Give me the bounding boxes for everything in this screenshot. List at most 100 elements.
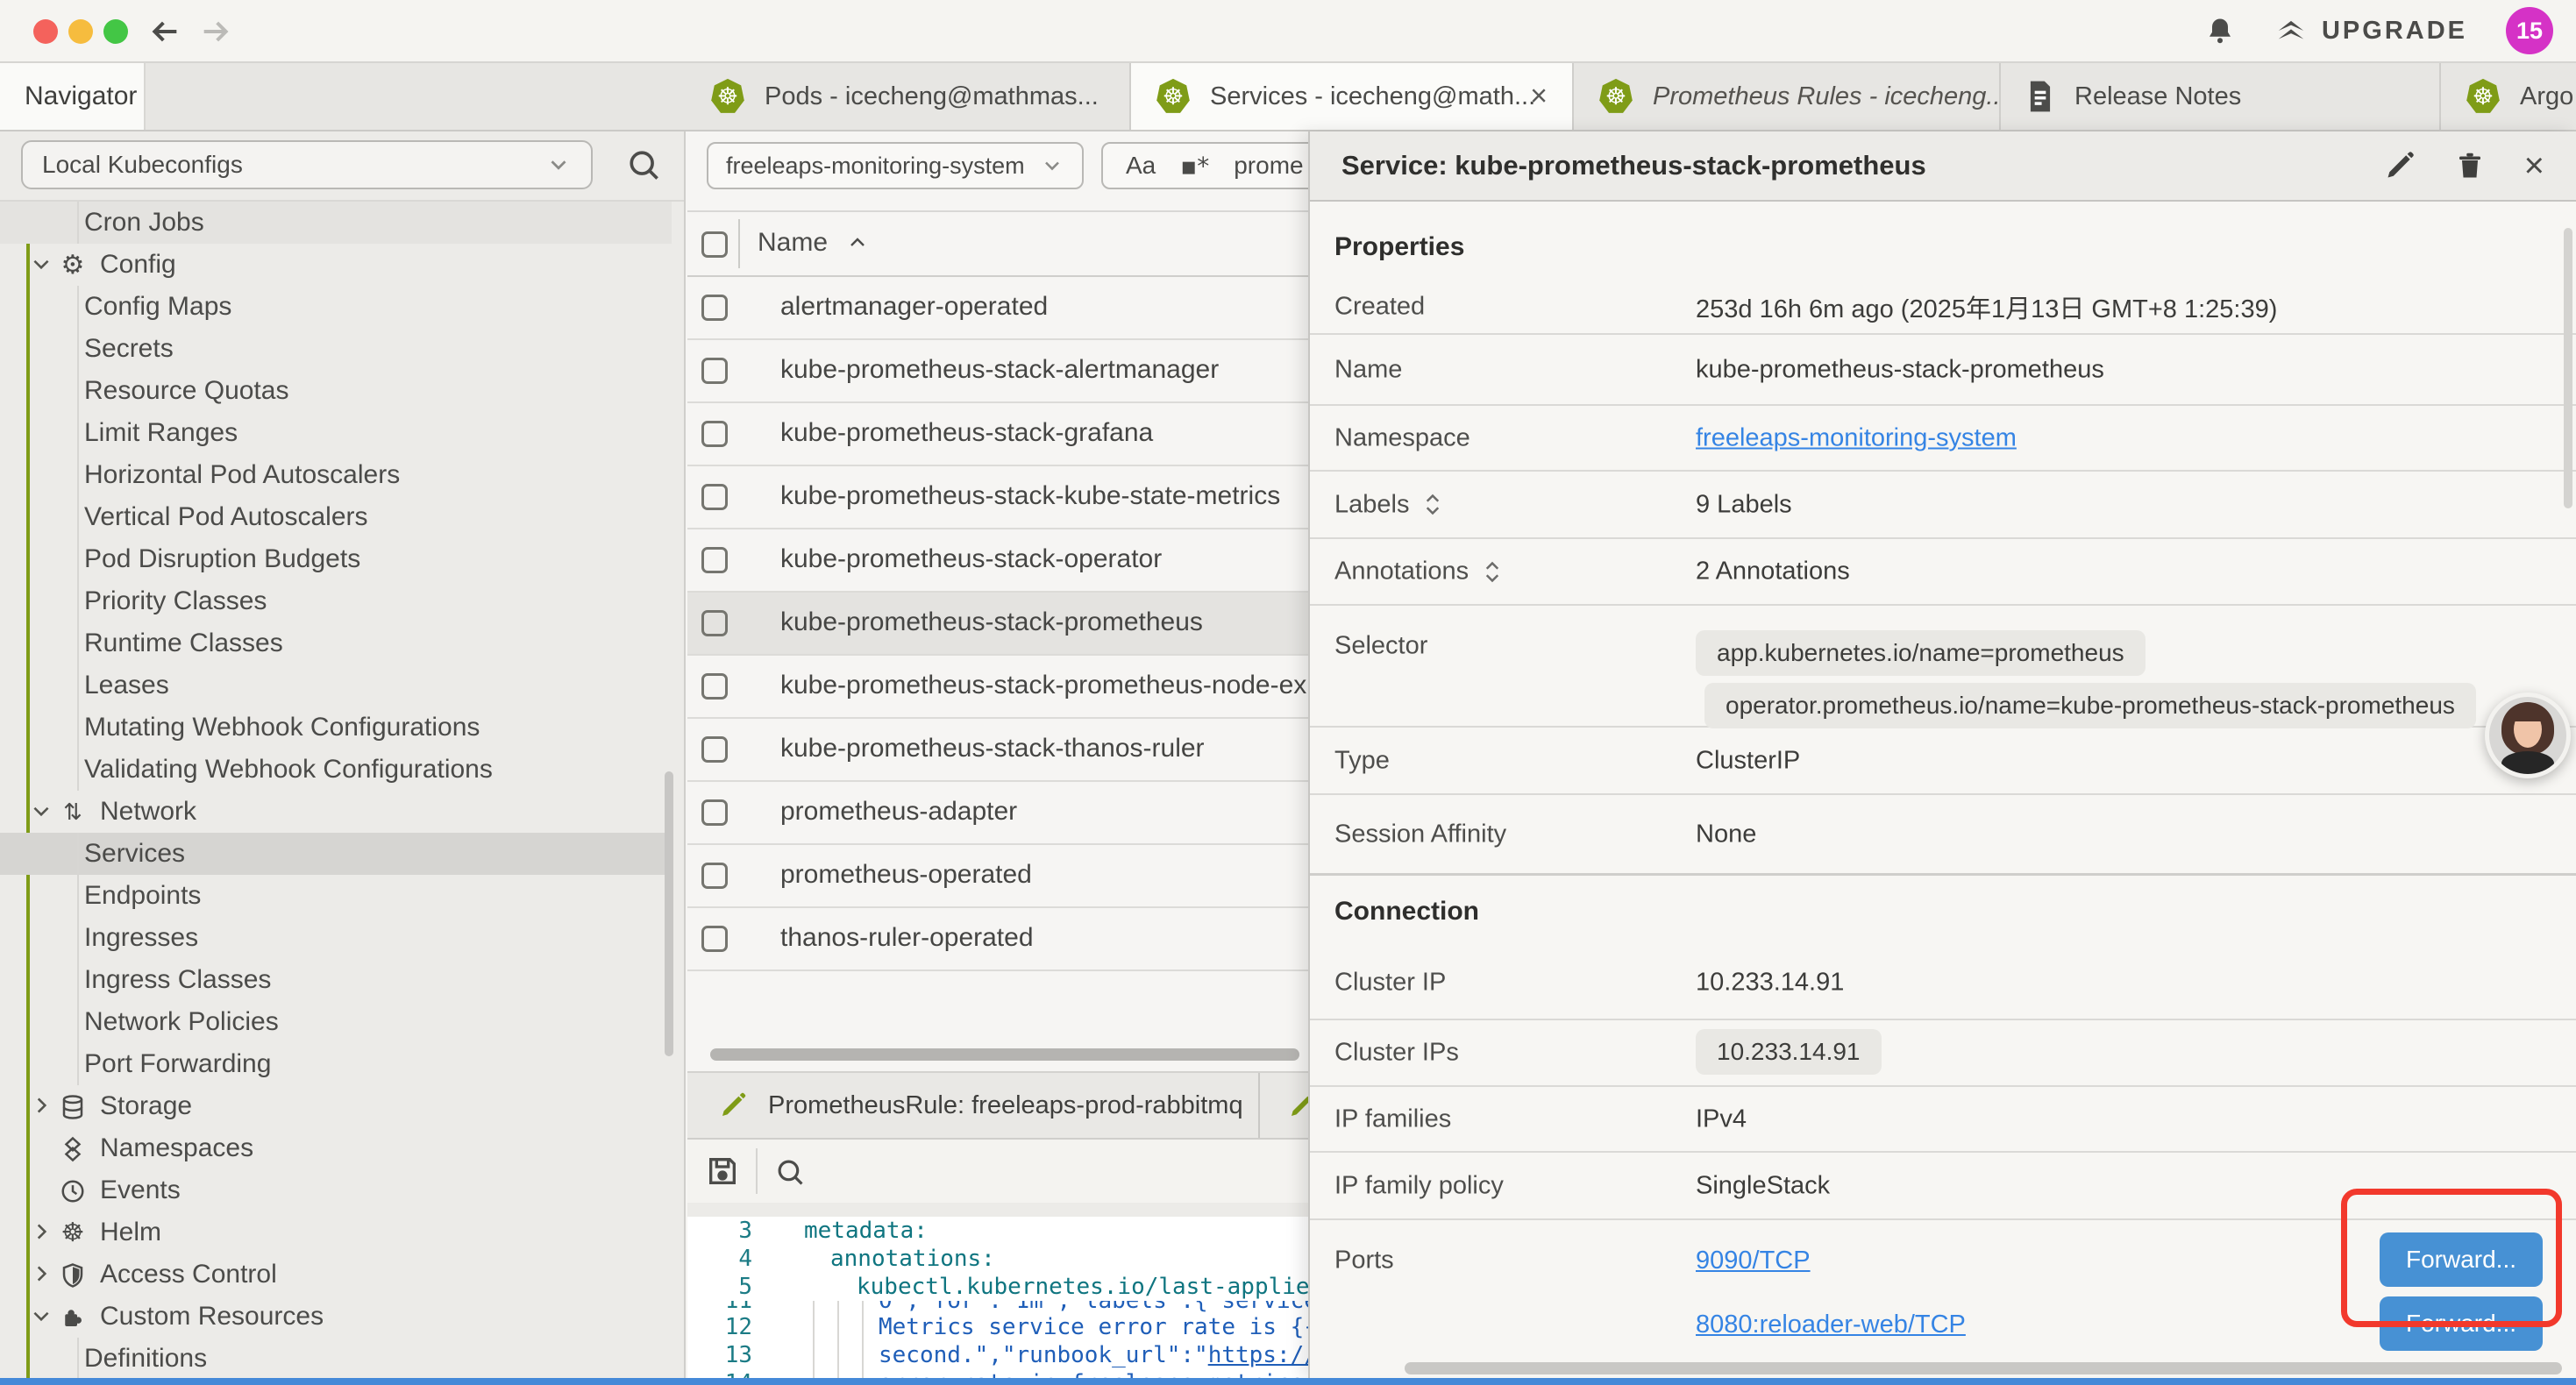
service-row-thanos-ruler-operated[interactable]: thanos-ruler-operated — [687, 908, 1308, 971]
service-row-prometheus-adapter[interactable]: prometheus-adapter — [687, 782, 1308, 845]
sidebar-item-network-policies[interactable]: Network Policies — [0, 1001, 672, 1043]
zoom-window-button[interactable] — [103, 19, 128, 44]
assistant-avatar[interactable] — [2485, 692, 2571, 778]
service-row-kube-prometheus-stack-alertmanager[interactable]: kube-prometheus-stack-alertmanager — [687, 340, 1308, 403]
yaml-editor[interactable]: 3metadata:4annotations:5kubectl.kubernet… — [687, 1217, 1308, 1378]
sidebar-item-endpoints[interactable]: Endpoints — [0, 875, 672, 917]
sidebar-item-services[interactable]: Services — [0, 833, 672, 875]
service-row-alertmanager-operated[interactable]: alertmanager-operated — [687, 277, 1308, 340]
chevron-right-icon[interactable] — [30, 1094, 53, 1117]
workspace-tab-pods-icecheng-mathmas[interactable]: ☸Pods - icecheng@mathmas... — [686, 63, 1131, 130]
back-arrow-icon[interactable] — [147, 14, 182, 49]
sidebar-item-priority-classes[interactable]: Priority Classes — [0, 580, 672, 622]
editor-tab-next[interactable] — [1262, 1073, 1308, 1138]
sidebar-item-secrets[interactable]: Secrets — [0, 328, 672, 370]
row-checkbox[interactable] — [701, 421, 728, 447]
minimize-window-button[interactable] — [68, 19, 93, 44]
sidebar-item-horizontal-pod-autoscalers[interactable]: Horizontal Pod Autoscalers — [0, 454, 672, 496]
sidebar-scrollbar[interactable] — [665, 771, 673, 1056]
service-row-kube-prometheus-stack-prometheus[interactable]: kube-prometheus-stack-prometheus — [687, 593, 1308, 656]
row-checkbox[interactable] — [701, 926, 728, 952]
sidebar-item-custom-resources[interactable]: Custom Resources — [0, 1296, 672, 1338]
sidebar-item-resource-quotas[interactable]: Resource Quotas — [0, 370, 672, 412]
tab-navigator[interactable]: Navigator — [0, 63, 146, 130]
port-link-8080[interactable]: 8080:reloader-web/TCP — [1696, 1310, 1966, 1339]
sidebar-item-definitions[interactable]: Definitions — [0, 1338, 672, 1378]
editor-tab-prometheusrule[interactable]: PrometheusRule: freeleaps-prod-rabbitmq — [694, 1073, 1260, 1138]
panel-vertical-scrollbar[interactable] — [2564, 228, 2572, 508]
code-link[interactable]: https://netdata.mathmast.com — [1208, 1342, 1308, 1368]
workspace-tab-services-icecheng-math[interactable]: ☸Services - icecheng@math...× — [1131, 63, 1574, 130]
row-checkbox[interactable] — [701, 547, 728, 573]
forward-arrow-icon[interactable] — [198, 14, 233, 49]
port-link-9090[interactable]: 9090/TCP — [1696, 1246, 1811, 1275]
panel-horizontal-scrollbar[interactable] — [1405, 1362, 2562, 1374]
sidebar-item-limit-ranges[interactable]: Limit Ranges — [0, 412, 672, 454]
editor-search-icon[interactable] — [773, 1155, 807, 1189]
service-row-kube-prometheus-stack-grafana[interactable]: kube-prometheus-stack-grafana — [687, 403, 1308, 466]
workspace-tab-argo-se[interactable]: ☸Argo Se — [2441, 63, 2576, 130]
sidebar-search-icon[interactable] — [624, 146, 663, 184]
chevron-down-icon[interactable] — [30, 252, 53, 275]
service-row-kube-prometheus-stack-prometheus-node-exporter[interactable]: kube-prometheus-stack-prometheus-node-ex… — [687, 656, 1308, 719]
row-checkbox[interactable] — [701, 736, 728, 763]
filter-search-input[interactable]: Aa ▪* prome — [1101, 142, 1308, 189]
sidebar-item-cron-jobs[interactable]: Cron Jobs — [0, 202, 672, 244]
sidebar-item-port-forwarding[interactable]: Port Forwarding — [0, 1043, 672, 1085]
save-icon[interactable] — [705, 1154, 740, 1189]
sidebar-item-events[interactable]: Events — [0, 1169, 672, 1211]
workspace-tab-prometheus-rules-icecheng[interactable]: ☸Prometheus Rules - icecheng... — [1574, 63, 2001, 130]
regex-icon[interactable]: ▪* — [1180, 152, 1209, 181]
workspace-tab-release-notes[interactable]: Release Notes — [2001, 63, 2441, 130]
notification-count-badge[interactable]: 15 — [2506, 7, 2553, 54]
sidebar-item-leases[interactable]: Leases — [0, 664, 672, 707]
expand-collapse-icon[interactable] — [1483, 558, 1502, 585]
name-column-header[interactable]: Name — [758, 228, 868, 258]
row-checkbox[interactable] — [701, 673, 728, 700]
sidebar-item-runtime-classes[interactable]: Runtime Classes — [0, 622, 672, 664]
service-row-kube-prometheus-stack-kube-state-metrics[interactable]: kube-prometheus-stack-kube-state-metrics — [687, 466, 1308, 529]
row-checkbox[interactable] — [701, 484, 728, 510]
kubeconfig-select[interactable]: Local Kubeconfigs — [21, 140, 593, 189]
service-row-kube-prometheus-stack-operator[interactable]: kube-prometheus-stack-operator — [687, 529, 1308, 593]
namespace-link[interactable]: freeleaps-monitoring-system — [1696, 423, 2017, 452]
upgrade-button[interactable]: UPGRADE — [2274, 14, 2467, 47]
row-checkbox[interactable] — [701, 610, 728, 636]
row-checkbox[interactable] — [701, 799, 728, 826]
sidebar-item-storage[interactable]: Storage — [0, 1085, 672, 1127]
expand-collapse-icon[interactable] — [1423, 492, 1442, 518]
sidebar-item-network[interactable]: ⇅Network — [0, 791, 672, 833]
labels-count[interactable]: 9 Labels — [1696, 490, 1792, 519]
service-row-kube-prometheus-stack-thanos-ruler[interactable]: kube-prometheus-stack-thanos-ruler — [687, 719, 1308, 782]
sidebar-item-vertical-pod-autoscalers[interactable]: Vertical Pod Autoscalers — [0, 496, 672, 538]
match-case-icon[interactable]: Aa — [1126, 152, 1156, 180]
sidebar-item-ingress-classes[interactable]: Ingress Classes — [0, 959, 672, 1001]
sidebar-item-pod-disruption-budgets[interactable]: Pod Disruption Budgets — [0, 538, 672, 580]
chevron-down-icon[interactable] — [30, 799, 53, 822]
sidebar-item-access-control[interactable]: Access Control — [0, 1254, 672, 1296]
sidebar-item-namespaces[interactable]: Namespaces — [0, 1127, 672, 1169]
chevron-right-icon[interactable] — [30, 1262, 53, 1285]
row-checkbox[interactable] — [701, 295, 728, 321]
sidebar-item-helm[interactable]: ☸Helm — [0, 1211, 672, 1254]
sidebar-item-validating-webhook-configurations[interactable]: Validating Webhook Configurations — [0, 749, 672, 791]
close-window-button[interactable] — [33, 19, 58, 44]
sidebar-item-ingresses[interactable]: Ingresses — [0, 917, 672, 959]
close-tab-icon[interactable]: × — [1530, 80, 1548, 114]
sidebar-item-config[interactable]: ⚙Config — [0, 244, 672, 286]
row-checkbox[interactable] — [701, 358, 728, 384]
close-icon[interactable]: × — [2524, 148, 2544, 183]
annotations-count[interactable]: 2 Annotations — [1696, 558, 1850, 586]
select-all-checkbox[interactable] — [701, 231, 728, 258]
edit-pencil-icon[interactable] — [2384, 150, 2416, 181]
sidebar-item-mutating-webhook-configurations[interactable]: Mutating Webhook Configurations — [0, 707, 672, 749]
notifications-bell-icon[interactable] — [2204, 15, 2236, 46]
service-row-prometheus-operated[interactable]: prometheus-operated — [687, 845, 1308, 908]
row-checkbox[interactable] — [701, 863, 728, 889]
chevron-right-icon[interactable] — [30, 1220, 53, 1243]
chevron-down-icon[interactable] — [30, 1304, 53, 1327]
delete-trash-icon[interactable] — [2454, 150, 2486, 181]
sidebar-item-config-maps[interactable]: Config Maps — [0, 286, 672, 328]
horizontal-scrollbar[interactable] — [710, 1048, 1299, 1061]
namespace-select[interactable]: freeleaps-monitoring-system — [707, 142, 1084, 189]
